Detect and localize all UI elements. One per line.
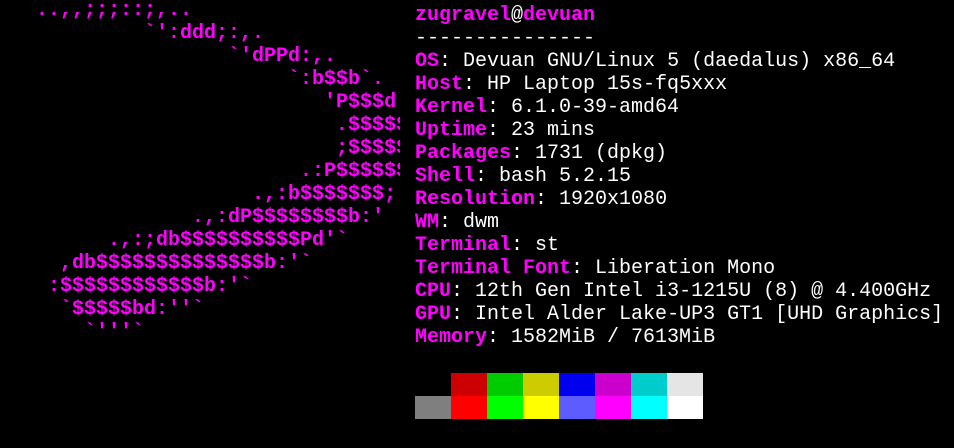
info-key: Host [415, 73, 464, 96]
info-colon: : [487, 326, 512, 349]
palette-swatch-bright-1 [451, 396, 487, 419]
info-value: 12th Gen Intel i3-1215U (8) @ 4.400GHz [475, 280, 932, 303]
info-value: Intel Alder Lake-UP3 GT1 [UHD Graphics] [475, 303, 944, 326]
info-row-terminal-font: Terminal Font: Liberation Mono [415, 257, 943, 280]
logo-line: .,:;db$$$$$$$$$$Pd'` [0, 229, 349, 252]
info-value: 6.1.0-39-amd64 [511, 96, 680, 119]
info-value: st [535, 234, 560, 257]
info-colon: : [463, 73, 488, 96]
info-key: CPU [415, 280, 452, 303]
info-colon: : [535, 188, 560, 211]
logo-line: ,db$$$$$$$$$$$$$$b:'` [0, 252, 313, 275]
hostname: devuan [523, 4, 596, 27]
palette-swatch-bright-7 [667, 396, 703, 419]
palette-swatch-bright-0 [415, 396, 451, 419]
terminal-window[interactable]: ..,,;;;::;,.. `':ddd;:,. `'dPPd:,. `:b$$… [0, 0, 954, 448]
info-row-gpu: GPU: Intel Alder Lake-UP3 GT1 [UHD Graph… [415, 303, 943, 326]
info-colon: : [451, 280, 476, 303]
palette-swatch-normal-6 [631, 373, 667, 396]
info-key: Memory [415, 326, 488, 349]
logo-line: 'P$$$d` [0, 91, 400, 114]
info-key: OS [415, 50, 440, 73]
palette-swatch-normal-4 [559, 373, 595, 396]
info-value: 23 mins [511, 119, 596, 142]
info-value: bash 5.2.15 [499, 165, 632, 188]
palette-swatch-normal-7 [667, 373, 703, 396]
palette-swatch-bright-4 [559, 396, 595, 419]
palette-swatch-bright-6 [631, 396, 667, 419]
info-value: Devuan GNU/Linux 5 (daedalus) x86_64 [463, 50, 896, 73]
logo-line: `:b$$b`. [0, 68, 385, 91]
palette-swatch-normal-3 [523, 373, 559, 396]
info-value: 1920x1080 [559, 188, 668, 211]
info-colon: : [487, 119, 512, 142]
info-key: WM [415, 211, 440, 234]
info-key: Kernel [415, 96, 488, 119]
info-row-terminal: Terminal: st [415, 234, 943, 257]
info-colon: : [511, 234, 536, 257]
logo-line: ..,,;;;::;,.. [0, 0, 193, 22]
info-colon: : [475, 165, 500, 188]
info-key: Uptime [415, 119, 488, 142]
user-host-line: zugravel@devuan [415, 4, 943, 27]
at-sign: @ [511, 4, 524, 27]
palette-swatch-bright-3 [523, 396, 559, 419]
info-colon: : [439, 211, 464, 234]
info-row-memory: Memory: 1582MiB / 7613MiB [415, 326, 943, 349]
info-row-shell: Shell: bash 5.2.15 [415, 165, 943, 188]
info-rows: OS: Devuan GNU/Linux 5 (daedalus) x86_64… [415, 50, 943, 349]
info-row-wm: WM: dwm [415, 211, 943, 234]
logo-line: `'dPPd:,. [0, 45, 337, 68]
logo-line: .,:b$$$$$$$;' [0, 183, 400, 206]
info-row-host: Host: HP Laptop 15s-fq5xxx [415, 73, 943, 96]
info-row-kernel: Kernel: 6.1.0-39-amd64 [415, 96, 943, 119]
logo-line: ;$$$$$P [0, 137, 400, 160]
username: zugravel [415, 4, 512, 27]
system-info-panel: zugravel@devuan --------------- OS: Devu… [415, 4, 943, 349]
info-value: dwm [463, 211, 500, 234]
separator-line: --------------- [415, 27, 596, 50]
logo-line: .,:dP$$$$$$$$b:' [0, 206, 385, 229]
info-row-resolution: Resolution: 1920x1080 [415, 188, 943, 211]
logo-line: `$$$$$bd:''` [0, 298, 205, 321]
info-colon: : [451, 303, 476, 326]
distro-logo-ascii: ..,,;;;::;,.. `':ddd;:,. `'dPPd:,. `:b$$… [0, 0, 400, 360]
palette-swatch-normal-2 [487, 373, 523, 396]
info-colon: : [439, 50, 464, 73]
info-row-packages: Packages: 1731 (dpkg) [415, 142, 943, 165]
info-key: Terminal Font [415, 257, 572, 280]
palette-swatch-normal-0 [415, 373, 451, 396]
info-row-uptime: Uptime: 23 mins [415, 119, 943, 142]
info-value: 1731 (dpkg) [535, 142, 668, 165]
logo-line: .:P$$$$$$` [0, 160, 400, 183]
info-colon: : [511, 142, 536, 165]
info-key: Shell [415, 165, 476, 188]
logo-line: :$$$$$$$$$$$$b:'` [0, 275, 253, 298]
info-key: Terminal [415, 234, 512, 257]
info-colon: : [487, 96, 512, 119]
palette-swatch-normal-1 [451, 373, 487, 396]
logo-line: .$$$$$` [0, 114, 400, 137]
info-value: HP Laptop 15s-fq5xxx [487, 73, 728, 96]
info-key: Resolution [415, 188, 536, 211]
info-value: Liberation Mono [595, 257, 776, 280]
info-colon: : [571, 257, 596, 280]
info-key: Packages [415, 142, 512, 165]
info-row-cpu: CPU: 12th Gen Intel i3-1215U (8) @ 4.400… [415, 280, 943, 303]
palette-swatch-bright-5 [595, 396, 631, 419]
palette-swatch-bright-2 [487, 396, 523, 419]
color-palette [415, 373, 703, 419]
logo-line: `':ddd;:,. [0, 22, 265, 45]
info-key: GPU [415, 303, 452, 326]
info-row-os: OS: Devuan GNU/Linux 5 (daedalus) x86_64 [415, 50, 943, 73]
logo-line: `'''` [0, 321, 145, 344]
palette-swatch-normal-5 [595, 373, 631, 396]
info-value: 1582MiB / 7613MiB [511, 326, 716, 349]
